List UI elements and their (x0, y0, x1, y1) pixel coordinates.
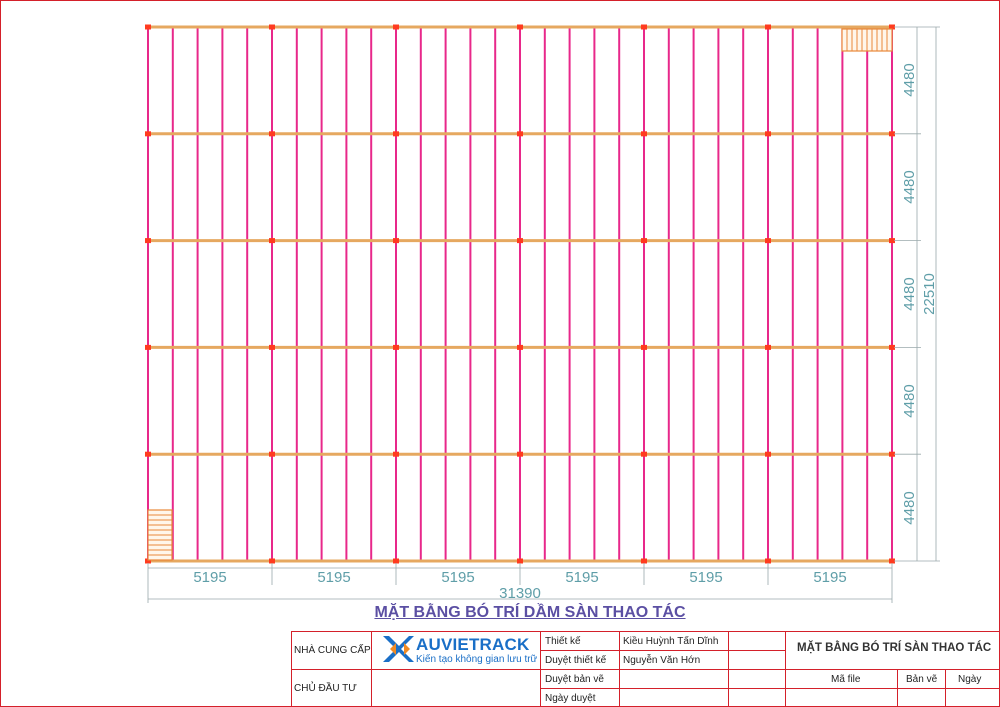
column-node (517, 451, 523, 457)
column-node (393, 24, 399, 30)
column-node (393, 131, 399, 137)
row-dimension: 4480 (901, 277, 918, 310)
investor-label: CHỦ ĐẦU TƯ (294, 683, 357, 694)
approve-drawing-label: Duyệt bản vẽ (545, 674, 604, 685)
row-dimension: 4480 (901, 63, 918, 96)
sheet-title: MẶT BẰNG BÓ TRÍ SÀN THAO TÁC (797, 642, 992, 654)
bay-dimension: 5195 (689, 569, 722, 586)
column-node (393, 558, 399, 564)
column-node (145, 451, 151, 457)
auvietrack-logo-icon (383, 636, 414, 662)
column-node (517, 131, 523, 137)
row-dimension: 4480 (901, 384, 918, 417)
bay-dimension: 5195 (193, 569, 226, 586)
column-node (641, 131, 647, 137)
column-node (641, 238, 647, 244)
drawing-title: MẶT BẰNG BÓ TRÍ DẦM SÀN THAO TÁC (374, 604, 686, 621)
approve-design-value: Nguyễn Văn Hớn (623, 655, 701, 666)
total-height-dimension: 22510 (921, 273, 938, 315)
bay-dimension: 5195 (317, 569, 350, 586)
date-label: Ngày (958, 674, 982, 685)
joist-layer (147, 27, 893, 561)
column-node (269, 24, 275, 30)
column-node (393, 238, 399, 244)
design-label: Thiết kế (545, 636, 581, 647)
column-node (765, 451, 771, 457)
bay-dimension: 5195 (565, 569, 598, 586)
column-node (765, 238, 771, 244)
column-node (145, 238, 151, 244)
column-node (765, 344, 771, 350)
row-dimension: 4480 (901, 491, 918, 524)
column-node (641, 344, 647, 350)
row-dimension: 4480 (901, 170, 918, 203)
file-code-label: Mã file (831, 674, 861, 685)
floor-plan-drawing: 5195 5195 5195 5195 5195 5195 31390 4480… (0, 0, 1000, 707)
column-node (393, 451, 399, 457)
column-node (145, 24, 151, 30)
column-node (641, 558, 647, 564)
column-node (765, 558, 771, 564)
column-node (517, 24, 523, 30)
supplier-label: NHÀ CUNG CẤP (294, 645, 371, 656)
column-node (641, 24, 647, 30)
column-node (269, 238, 275, 244)
approve-date-label: Ngày duyệt (545, 693, 596, 704)
column-node (765, 131, 771, 137)
stair-top-right (841, 28, 893, 52)
stair-bottom-left (147, 509, 173, 561)
column-node (145, 344, 151, 350)
total-width-dimension: 31390 (499, 585, 541, 602)
column-node (145, 131, 151, 137)
column-node (517, 344, 523, 350)
column-node (765, 24, 771, 30)
approve-design-label: Duyệt thiết kế (545, 655, 607, 666)
column-node (517, 558, 523, 564)
design-value: Kiều Huỳnh Tấn Dĩnh (623, 636, 719, 647)
column-node (269, 451, 275, 457)
logo-tagline: Kiến tạo không gian lưu trữ (416, 654, 538, 665)
column-node (269, 131, 275, 137)
column-node (517, 238, 523, 244)
logo-name: AUVIETRACK (416, 635, 530, 654)
revision-label: Bản vẽ (906, 674, 938, 685)
bay-dimension: 5195 (813, 569, 846, 586)
column-node (269, 558, 275, 564)
column-node (641, 451, 647, 457)
bay-dimension: 5195 (441, 569, 474, 586)
column-node (269, 344, 275, 350)
column-node (393, 344, 399, 350)
